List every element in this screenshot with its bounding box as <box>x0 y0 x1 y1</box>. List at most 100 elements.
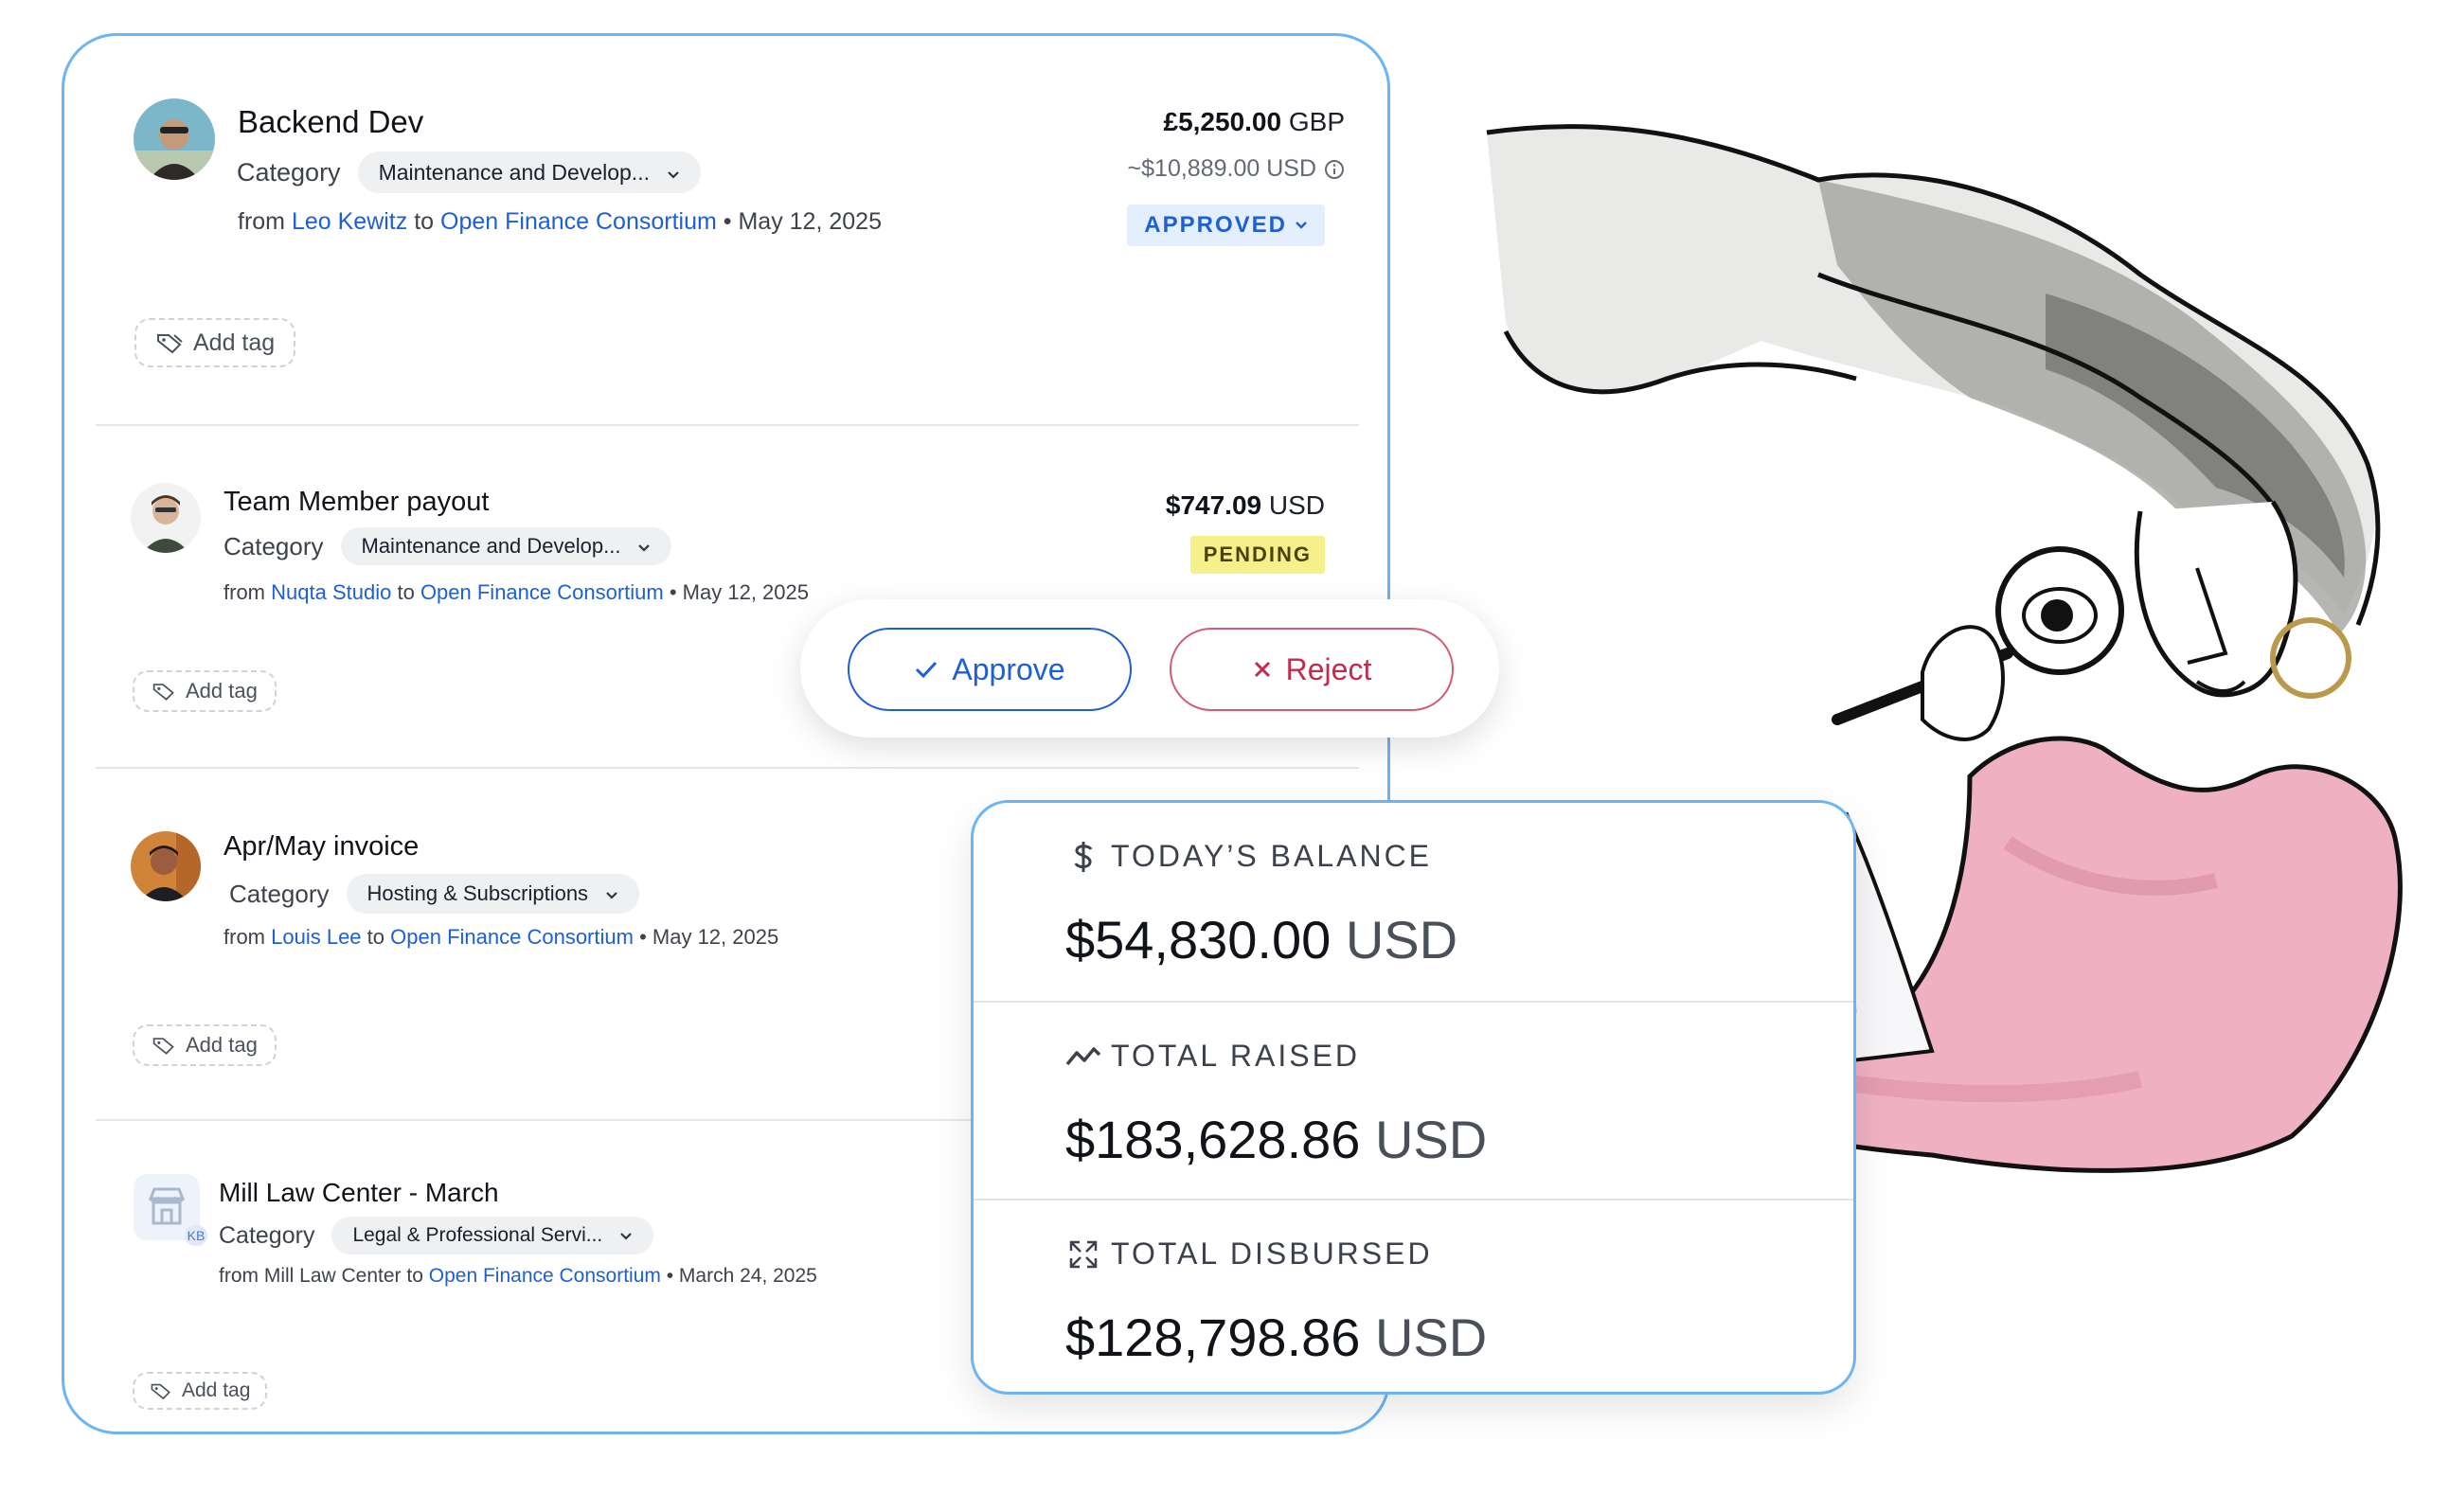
add-tag-button[interactable]: Add tag <box>134 318 296 367</box>
chevron-down-icon <box>605 881 618 906</box>
category-value: Maintenance and Develop... <box>361 534 621 558</box>
expense-date: • May 12, 2025 <box>639 925 779 949</box>
to-link[interactable]: Open Finance Consortium <box>420 580 664 604</box>
dollar-icon <box>1064 840 1103 874</box>
expand-arrows-icon <box>1064 1239 1103 1270</box>
expense-date: • May 12, 2025 <box>723 208 882 235</box>
from-to-line: from Louis Lee to Open Finance Consortiu… <box>223 925 778 950</box>
category-select[interactable]: Hosting & Subscriptions <box>346 874 640 914</box>
total-raised-value: $183,628.86 USD <box>1065 1109 1487 1170</box>
to-link[interactable]: Open Finance Consortium <box>440 208 717 235</box>
to-link[interactable]: Open Finance Consortium <box>429 1265 661 1287</box>
reject-button[interactable]: Reject <box>1170 628 1454 711</box>
from-to-line: from Nuqta Studio to Open Finance Consor… <box>223 580 809 605</box>
category-select[interactable]: Legal & Professional Servi... <box>331 1217 654 1254</box>
category-select[interactable]: Maintenance and Develop... <box>357 151 701 193</box>
from-label: from <box>223 925 265 949</box>
todays-balance-value: $54,830.00 USD <box>1065 909 1457 970</box>
to-label: to <box>366 925 385 949</box>
info-icon <box>1324 159 1345 180</box>
amount: $128,798.86 <box>1065 1307 1361 1367</box>
to-label: to <box>406 1265 423 1287</box>
to-label: to <box>397 580 415 604</box>
avatar <box>131 483 201 553</box>
avatar: KB <box>134 1174 207 1246</box>
category-line: Category Maintenance and Develop... <box>223 527 672 565</box>
amount: $747.09 USD <box>1166 490 1325 521</box>
from-label: from Mill Law Center <box>219 1265 402 1287</box>
add-tag-label: Add tag <box>186 679 258 703</box>
avatar-badge: KB <box>185 1225 207 1246</box>
currency: USD <box>1345 910 1458 969</box>
chevron-down-icon <box>619 1224 633 1247</box>
to-label: to <box>414 208 435 235</box>
from-to-line: from Mill Law Center to Open Finance Con… <box>219 1265 817 1288</box>
total-disbursed-section: TOTAL DISBURSED $128,798.86 USD <box>974 1199 1853 1392</box>
category-value: Legal & Professional Servi... <box>352 1224 603 1246</box>
expense-item-backend-dev[interactable]: Backend Dev Category Maintenance and Dev… <box>64 36 1387 426</box>
reject-label: Reject <box>1285 651 1372 686</box>
balance-summary-card: TODAY’S BALANCE $54,830.00 USD TOTAL RAI… <box>971 800 1856 1395</box>
total-disbursed-label: TOTAL DISBURSED <box>1111 1236 1433 1271</box>
expense-title: Apr/May invoice <box>223 831 420 862</box>
tag-icon <box>152 684 174 701</box>
close-icon <box>1254 661 1270 678</box>
total-disbursed-value: $128,798.86 USD <box>1065 1307 1487 1368</box>
category-select[interactable]: Maintenance and Develop... <box>340 527 672 565</box>
from-link[interactable]: Louis Lee <box>271 925 361 949</box>
status-text: APPROVED <box>1144 212 1287 238</box>
add-tag-label: Add tag <box>182 1379 251 1401</box>
from-link[interactable]: Leo Kewitz <box>292 208 407 235</box>
add-tag-label: Add tag <box>193 329 276 356</box>
to-link[interactable]: Open Finance Consortium <box>390 925 634 949</box>
from-label: from <box>238 208 285 235</box>
from-to-line: from Leo Kewitz to Open Finance Consorti… <box>238 208 882 236</box>
avatar <box>134 98 215 180</box>
expense-title: Backend Dev <box>238 104 424 139</box>
amount-currency: USD <box>1268 490 1325 520</box>
category-label: Category <box>229 879 330 908</box>
expense-title: Mill Law Center - March <box>219 1178 499 1207</box>
category-value: Hosting & Subscriptions <box>366 881 589 905</box>
trend-icon <box>1064 1045 1103 1068</box>
category-value: Maintenance and Develop... <box>378 159 650 185</box>
tag-icon <box>152 1038 174 1055</box>
add-tag-button[interactable]: Add tag <box>133 1024 277 1066</box>
todays-balance-section: TODAY’S BALANCE $54,830.00 USD <box>974 803 1853 1001</box>
chevron-down-icon <box>1295 221 1308 230</box>
amount: $54,830.00 <box>1065 910 1332 969</box>
status-badge-approved[interactable]: APPROVED <box>1127 205 1325 246</box>
tag-icon <box>157 334 183 354</box>
expense-title: Team Member payout <box>223 487 490 517</box>
category-line: Category Maintenance and Develop... <box>237 151 701 193</box>
approve-label: Approve <box>952 651 1065 686</box>
tag-icon <box>151 1383 170 1400</box>
amount: $183,628.86 <box>1065 1110 1361 1169</box>
status-badge-pending[interactable]: PENDING <box>1189 536 1325 574</box>
approve-button[interactable]: Approve <box>848 628 1132 711</box>
total-disbursed-label-row: TOTAL DISBURSED <box>1064 1236 1433 1272</box>
avatar <box>131 831 201 901</box>
converted-amount: ~$10,889.00 USD <box>1128 155 1345 183</box>
approval-action-bar: Approve Reject <box>800 599 1499 738</box>
expense-date: • May 12, 2025 <box>669 580 809 604</box>
currency: USD <box>1374 1307 1488 1367</box>
add-tag-button[interactable]: Add tag <box>133 670 277 712</box>
check-icon <box>916 661 938 679</box>
add-tag-label: Add tag <box>186 1033 258 1057</box>
category-line: Category Legal & Professional Servi... <box>219 1217 654 1254</box>
from-link[interactable]: Nuqta Studio <box>271 580 391 604</box>
category-label: Category <box>219 1221 315 1249</box>
amount-currency: GBP <box>1288 107 1345 136</box>
total-raised-section: TOTAL RAISED $183,628.86 USD <box>974 1001 1853 1201</box>
total-raised-label-row: TOTAL RAISED <box>1064 1039 1360 1074</box>
chevron-down-icon <box>637 534 651 559</box>
todays-balance-label: TODAY’S BALANCE <box>1111 839 1433 873</box>
category-line: Category Hosting & Subscriptions <box>229 874 640 914</box>
chevron-down-icon <box>667 160 680 186</box>
add-tag-button[interactable]: Add tag <box>133 1372 268 1410</box>
total-raised-label: TOTAL RAISED <box>1111 1039 1361 1073</box>
status-text: PENDING <box>1203 543 1312 566</box>
from-label: from <box>223 580 265 604</box>
converted-value: ~$10,889.00 USD <box>1127 155 1316 182</box>
